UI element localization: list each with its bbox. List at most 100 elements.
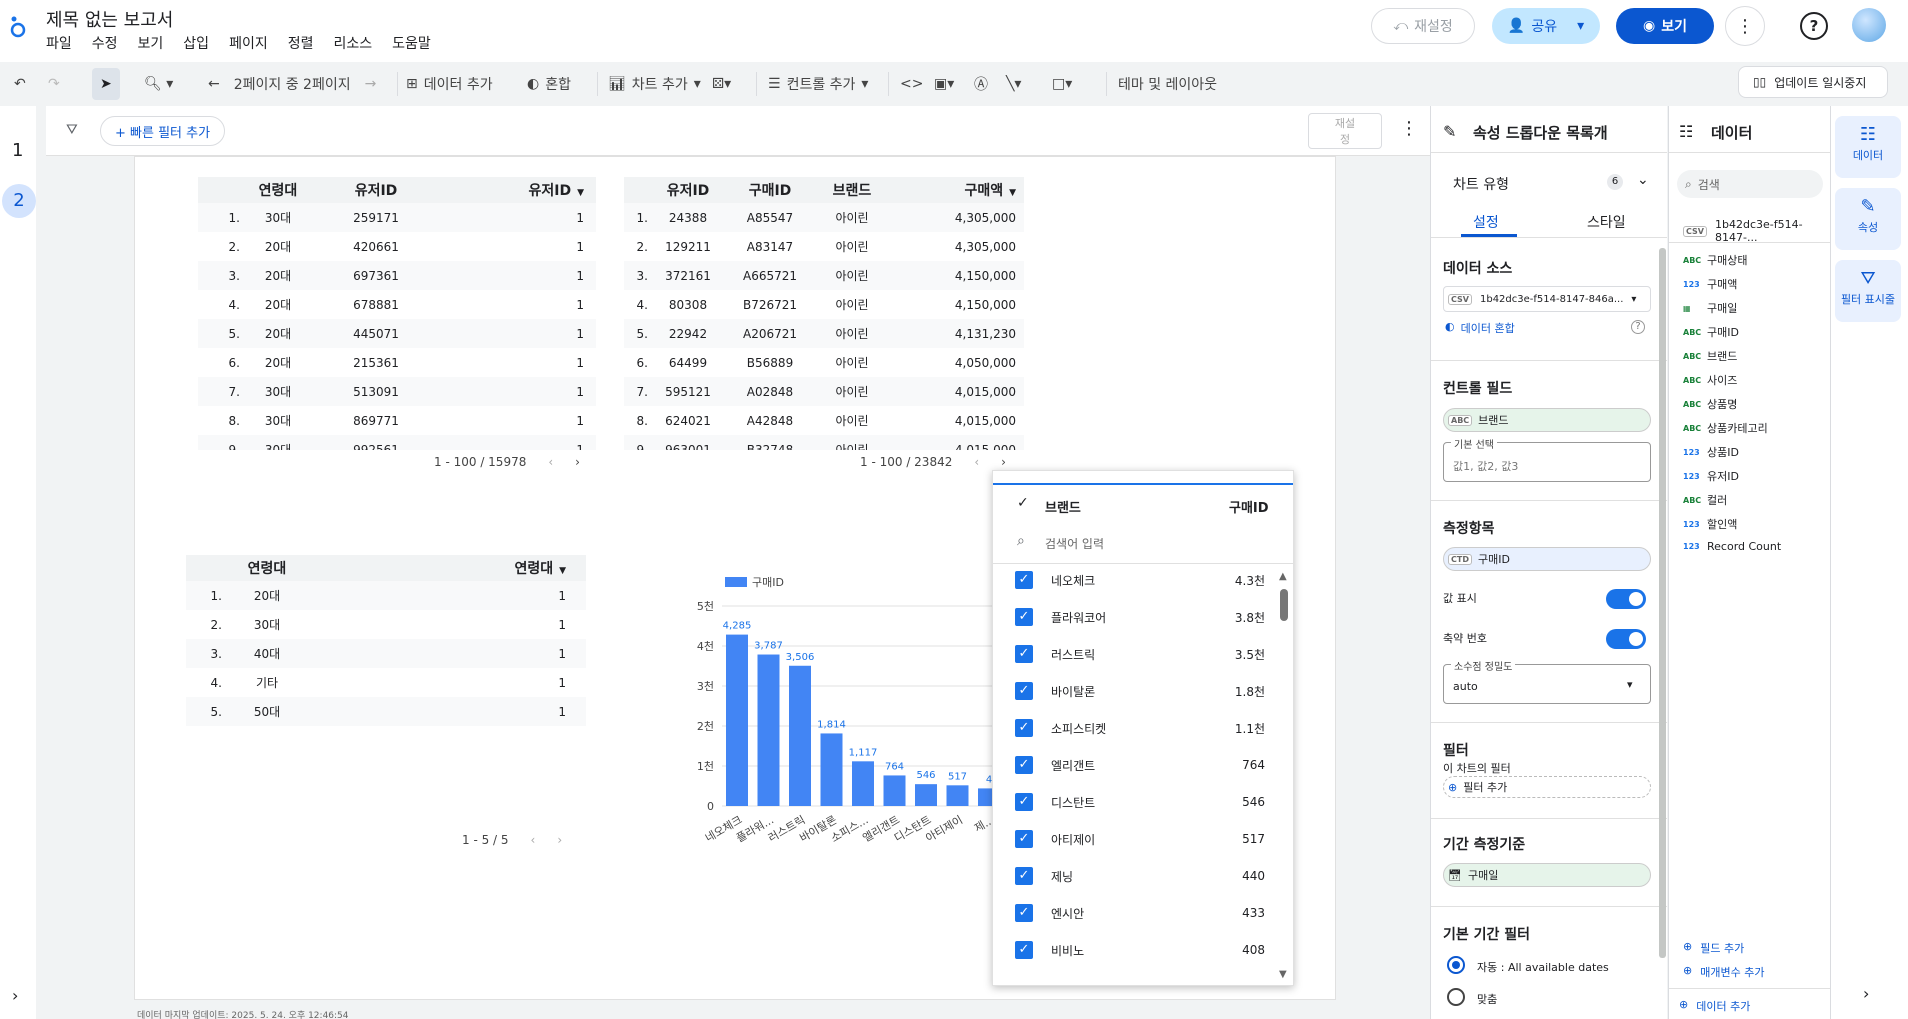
blend-data-link[interactable]: ◐ 데이터 혼합 (1445, 320, 1515, 336)
collapse-icon[interactable]: › (1863, 984, 1869, 1003)
dropdown-option[interactable]: ✓ 제닝 440 (1015, 867, 1265, 885)
column-header[interactable]: 구매ID (728, 180, 812, 200)
table-row[interactable]: 1. 20대 1 (186, 581, 586, 610)
bar[interactable] (789, 665, 811, 806)
side-tab-data[interactable]: ☷ 데이터 (1835, 116, 1901, 178)
add-control-button[interactable]: ☰ 컨트롤 추가 ▾ (768, 62, 868, 106)
prev-page-icon[interactable]: ← (208, 76, 220, 92)
scroll-down-icon[interactable]: ▼ (1279, 969, 1287, 980)
prev-page-icon[interactable]: ‹ (531, 833, 536, 847)
add-field-button[interactable]: ⊕ 필드 추가 (1683, 940, 1744, 956)
checkbox-checked-icon[interactable]: ✓ (1015, 904, 1033, 922)
prev-page-icon[interactable]: ‹ (548, 455, 553, 469)
filter-icon[interactable]: ⛛ (66, 122, 78, 138)
table-row[interactable]: 2. 30대 1 (186, 610, 586, 639)
menu-item[interactable]: 정렬 (288, 33, 314, 53)
dropdown-option[interactable]: ✓ 아티제이 517 (1015, 830, 1265, 848)
table-row[interactable]: 2. 129211 A83147 아이린 4,305,000 (624, 232, 1024, 261)
bar[interactable] (883, 775, 906, 806)
dropdown-search-input[interactable]: 검색어 입력 (1045, 535, 1104, 552)
data-field-item[interactable]: 123 상품ID (1683, 444, 1739, 460)
table-row[interactable]: 1. 30대 259171 1 (198, 203, 596, 232)
chevron-down-icon[interactable]: ▾ (1577, 18, 1584, 34)
page-item-2[interactable]: 2 (2, 184, 36, 218)
table-row[interactable]: 9. 30대 992561 1 (198, 435, 596, 450)
reset-button[interactable]: ⤺ 재설정 (1371, 8, 1475, 44)
share-button[interactable]: 👤 공유 ▾ (1492, 8, 1600, 44)
show-values-toggle[interactable] (1606, 589, 1646, 609)
pause-updates-button[interactable]: ▯▯ 업데이트 일시중지 (1738, 66, 1888, 98)
chevron-down-icon[interactable]: ⌄ (1637, 172, 1649, 188)
menu-item[interactable]: 파일 (46, 33, 72, 53)
column-header[interactable]: 유저ID (316, 180, 436, 200)
table-row[interactable]: 2. 20대 420661 1 (198, 232, 596, 261)
data-field-item[interactable]: ABC 사이즈 (1683, 372, 1737, 388)
table-row[interactable]: 8. 624021 A42848 아이린 4,015,000 (624, 406, 1024, 435)
line-icon[interactable]: ╲▾ (1006, 62, 1021, 106)
dropdown-option[interactable]: ✓ 엔시안 433 (1015, 904, 1265, 922)
page-item-1[interactable]: 1 (12, 140, 23, 161)
auto-radio[interactable] (1447, 956, 1465, 974)
scroll-up-icon[interactable]: ▲ (1279, 571, 1287, 582)
expand-icon[interactable]: › (12, 986, 18, 1005)
tab-setup[interactable]: 설정 (1473, 212, 1499, 232)
data-field-item[interactable]: ABC 구매상태 (1683, 252, 1747, 268)
checkbox-checked-icon[interactable]: ✓ (1015, 793, 1033, 811)
data-field-item[interactable]: ABC 컬러 (1683, 492, 1727, 508)
data-search-input[interactable]: ⌕ 검색 (1677, 170, 1823, 198)
image-icon[interactable]: ▣▾ (934, 62, 954, 106)
table-row[interactable]: 5. 50대 1 (186, 697, 586, 726)
control-field-chip[interactable]: ABC 브랜드 (1443, 408, 1651, 432)
data-field-item[interactable]: ABC 상품카테고리 (1683, 420, 1768, 436)
scrollbar-thumb[interactable] (1280, 589, 1288, 621)
add-chart-button[interactable]: 📊︎ 차트 추가 ▾ (608, 62, 701, 106)
table-row[interactable]: 7. 595121 A02848 아이린 4,015,000 (624, 377, 1024, 406)
table-row[interactable]: 6. 64499 B56889 아이린 4,050,000 (624, 348, 1024, 377)
cursor-icon[interactable]: ➤ (100, 62, 112, 106)
table-3[interactable]: 연령대 연령대 ▼ 1. 20대 1 2. 30대 1 3. 40대 1 4. 기타 1 5. 50대 1 (186, 555, 586, 727)
data-source-select[interactable]: CSV 1b42dc3e-f514-8147-846a... ▾ (1443, 286, 1651, 312)
menu-item[interactable]: 페이지 (229, 33, 268, 53)
menu-item[interactable]: 리소스 (333, 33, 372, 53)
tab-style[interactable]: 스타일 (1587, 212, 1626, 232)
side-tab-filter-bar[interactable]: ⛛ 필터 표시줄 (1835, 260, 1901, 322)
data-field-item[interactable]: 123 구매액 (1683, 276, 1737, 292)
undo-icon[interactable]: ↶ (14, 62, 26, 106)
compact-numbers-toggle[interactable] (1606, 629, 1646, 649)
bar[interactable] (978, 788, 992, 806)
bar-chart[interactable]: 5천4천3천2천1천0구매ID4,285네오체크3,787플라워...3,506… (680, 570, 992, 870)
dropdown-option[interactable]: ✓ 플라워코어 3.8천 (1015, 608, 1265, 626)
dropdown-option[interactable]: ✓ 디스탄트 546 (1015, 793, 1265, 811)
table-row[interactable]: 3. 20대 697361 1 (198, 261, 596, 290)
data-field-item[interactable]: ▦ 구매일 (1683, 300, 1737, 316)
checkbox-checked-icon[interactable]: ✓ (1015, 756, 1033, 774)
report-title[interactable]: 제목 없는 보고서 (46, 6, 173, 32)
bar[interactable] (915, 784, 937, 806)
checkbox-checked-icon[interactable]: ✓ (1015, 941, 1033, 959)
prev-page-icon[interactable]: ‹ (974, 455, 979, 469)
next-page-icon[interactable]: › (1001, 455, 1006, 469)
table-2[interactable]: 유저ID 구매ID 브랜드 구매액 ▼ 1. 24388 A85547 아이린 4,305,000… (624, 177, 1024, 450)
checkbox-checked-icon[interactable]: ✓ (1015, 571, 1033, 589)
table-row[interactable]: 4. 20대 678881 1 (198, 290, 596, 319)
sort-desc-icon[interactable]: ▼ (577, 188, 584, 198)
custom-radio[interactable] (1447, 988, 1465, 1006)
looker-studio-logo-icon[interactable] (8, 14, 28, 38)
menu-item[interactable]: 도움말 (392, 33, 431, 53)
data-field-item[interactable]: ABC 브랜드 (1683, 348, 1737, 364)
table-row[interactable]: 3. 40대 1 (186, 639, 586, 668)
column-header[interactable]: 구매액 ▼ (892, 180, 1016, 200)
table-row[interactable]: 6. 20대 215361 1 (198, 348, 596, 377)
redo-icon[interactable]: ↷ (48, 62, 60, 106)
more-vert-icon[interactable]: ⋮ (1400, 118, 1418, 139)
metric-chip[interactable]: CTD 구매ID (1443, 547, 1651, 571)
blend-button[interactable]: ◐ 혼합 (527, 62, 571, 106)
data-field-item[interactable]: 123 유저ID (1683, 468, 1739, 484)
next-page-icon[interactable]: › (575, 455, 580, 469)
table-row[interactable]: 4. 80308 B726721 아이린 4,150,000 (624, 290, 1024, 319)
menu-item[interactable]: 수정 (92, 33, 118, 53)
add-data-button[interactable]: ⊕ 데이터 추가 (1679, 998, 1750, 1014)
checkbox-checked-icon[interactable]: ✓ (1015, 682, 1033, 700)
column-header[interactable]: 브랜드 (812, 180, 892, 200)
check-icon[interactable]: ✓ (1017, 495, 1029, 511)
